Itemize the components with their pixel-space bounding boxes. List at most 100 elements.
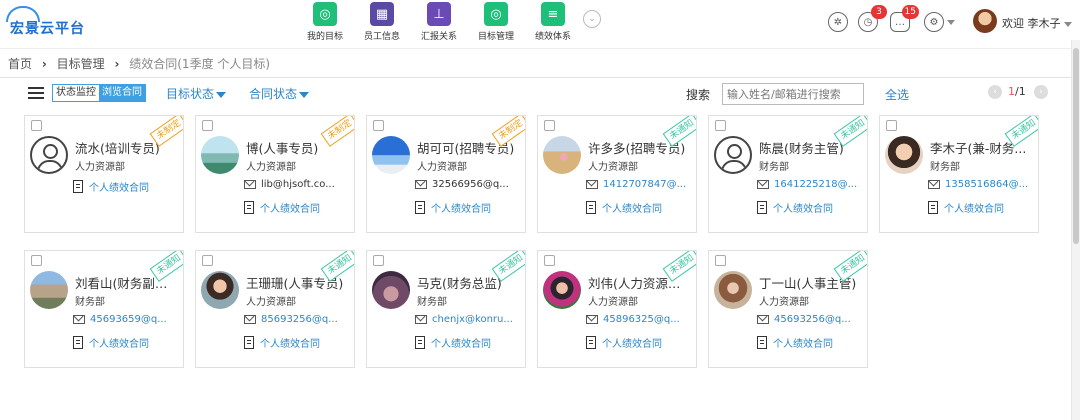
contract-link[interactable]: 个人绩效合同 [928,200,1036,215]
message-icon[interactable]: … 15 [890,5,919,32]
contract-label: 个人绩效合同 [431,339,491,350]
card-checkbox[interactable] [544,255,555,266]
card-checkbox[interactable] [715,255,726,266]
contract-card[interactable]: 刘伟(人力资源部... 人力资源部 45896325@q... 个人绩效合同 未通知 [537,250,697,368]
hamburger-menu-icon[interactable] [28,87,44,99]
clock-icon[interactable]: ◷ 3 [858,5,887,32]
breadcrumb-home[interactable]: 首页 [8,57,32,71]
contract-card[interactable]: 流水(培训专员) 人力资源部 个人绩效合同 未制定 [24,115,184,233]
document-icon [757,201,767,214]
employee-dept: 人力资源部 [759,297,809,308]
card-checkbox[interactable] [544,120,555,131]
nav-item[interactable]: ≡ 绩效体系 [528,2,578,42]
email-row[interactable]: chenjx@konru... [415,314,523,325]
triangle-down-icon [216,91,227,98]
contract-card[interactable]: 李木子(兼-财务... 财务部 1358516864@... 个人绩效合同 未通知 [879,115,1039,233]
mail-icon [415,315,427,324]
contract-link[interactable]: 个人绩效合同 [73,179,181,194]
card-checkbox[interactable] [202,120,213,131]
contract-card[interactable]: 刘看山(财务副总... 财务部 45693659@q... 个人绩效合同 未通知 [24,250,184,368]
email-row[interactable]: 1358516864@... [928,179,1036,190]
prev-page-icon[interactable]: ‹ [988,85,1002,99]
performance-icon: ≡ [541,2,565,26]
contract-label: 个人绩效合同 [944,204,1004,215]
card-checkbox[interactable] [886,120,897,131]
contract-link[interactable]: 个人绩效合同 [415,200,523,215]
select-all-link[interactable]: 全选 [885,86,909,103]
nav-item[interactable]: ▦ 员工信息 [357,2,407,42]
email-row[interactable]: lib@hjsoft.co... [244,179,352,190]
document-icon [244,201,254,214]
contract-link[interactable]: 个人绩效合同 [586,335,694,350]
contract-link[interactable]: 个人绩效合同 [586,200,694,215]
search-input[interactable] [722,83,864,105]
contract-link[interactable]: 个人绩效合同 [757,335,865,350]
contract-status-dropdown[interactable]: 合同状态 [249,85,310,102]
nav-item[interactable]: ◎ 目标管理 [471,2,521,42]
email-row[interactable]: 32566956@q... [415,179,523,190]
document-icon [586,201,596,214]
document-icon [757,336,767,349]
user-avatar[interactable] [973,9,997,33]
contract-link[interactable]: 个人绩效合同 [415,335,523,350]
nav-item-label: 目标管理 [477,32,514,42]
settings-chevron-down-icon[interactable] [947,20,955,25]
target-status-dropdown[interactable]: 目标状态 [166,85,227,102]
vertical-scrollbar[interactable] [1071,40,1080,420]
card-checkbox[interactable] [31,120,42,131]
contract-link[interactable]: 个人绩效合同 [73,335,181,350]
scrollbar-thumb[interactable] [1073,48,1079,244]
chevron-right-icon: › [41,57,47,71]
contract-card[interactable]: 许多多(招聘专员) 人力资源部 1412707847@... 个人绩效合同 未通知 [537,115,697,233]
contract-link[interactable]: 个人绩效合同 [757,200,865,215]
contract-label: 个人绩效合同 [602,339,662,350]
contract-card[interactable]: 马克(财务总监) 财务部 chenjx@konru... 个人绩效合同 未通知 [366,250,526,368]
contract-card[interactable]: 陈晨(财务主管) 财务部 1641225218@... 个人绩效合同 未通知 [708,115,868,233]
document-icon [73,336,83,349]
nav-item[interactable]: ⊥ 汇报关系 [414,2,464,42]
employee-email: 32566956@q... [432,179,509,190]
contract-card[interactable]: 王珊珊(人事专员) 人力资源部 85693256@q... 个人绩效合同 未通知 [195,250,355,368]
employee-dept: 人力资源部 [246,297,296,308]
mail-icon [244,315,256,324]
card-checkbox[interactable] [373,255,384,266]
contract-label: 个人绩效合同 [260,339,320,350]
status-monitor-tab[interactable]: 状态监控 [53,85,99,101]
email-row[interactable]: 1641225218@... [757,179,865,190]
email-row[interactable]: 1412707847@... [586,179,694,190]
target-manage-icon: ◎ [484,2,508,26]
card-checkbox[interactable] [373,120,384,131]
nav-item[interactable]: ◎ 我的目标 [300,2,350,42]
welcome-text[interactable]: 欢迎 李木子 [1002,15,1072,31]
contract-card[interactable]: 丁一山(人事主管) 人力资源部 45693256@q... 个人绩效合同 未通知 [708,250,868,368]
email-row[interactable]: 45896325@q... [586,314,694,325]
pager: ‹ 1/1 › [988,85,1048,101]
browse-contract-tab[interactable]: 浏览合同 [99,85,145,101]
card-checkbox[interactable] [715,120,726,131]
email-row[interactable]: 45693256@q... [757,314,865,325]
contract-link[interactable]: 个人绩效合同 [244,335,352,350]
document-icon [586,336,596,349]
mail-icon [73,315,85,324]
breadcrumb-goal-manage[interactable]: 目标管理 [57,57,105,71]
welcome-label: 欢迎 李木子 [1002,17,1061,30]
contract-link[interactable]: 个人绩效合同 [244,200,352,215]
contract-card[interactable]: 胡可可(招聘专员) 人力资源部 32566956@q... 个人绩效合同 未制定 [366,115,526,233]
card-checkbox[interactable] [202,255,213,266]
card-checkbox[interactable] [31,255,42,266]
org-chart-icon: ⊥ [427,2,451,26]
contract-card[interactable]: 博(人事专员) 人力资源部 lib@hjsoft.co... 个人绩效合同 未制定 [195,115,355,233]
clock-badge: 3 [871,5,887,19]
brand-logo[interactable]: 宏景云平台 [6,6,96,37]
email-row[interactable]: 85693256@q... [244,314,352,325]
aperture-icon[interactable]: ✲ [828,12,848,32]
nav-more-icon[interactable]: ⌄ [583,10,601,28]
employee-dept: 财务部 [759,162,789,173]
employee-email: 85693256@q... [261,314,338,325]
employee-dept: 人力资源部 [417,162,467,173]
employee-email: chenjx@konru... [432,314,513,325]
next-page-icon[interactable]: › [1034,85,1048,99]
mail-icon [757,180,769,189]
email-row[interactable]: 45693659@q... [73,314,181,325]
gear-icon[interactable]: ⚙ [924,12,944,32]
